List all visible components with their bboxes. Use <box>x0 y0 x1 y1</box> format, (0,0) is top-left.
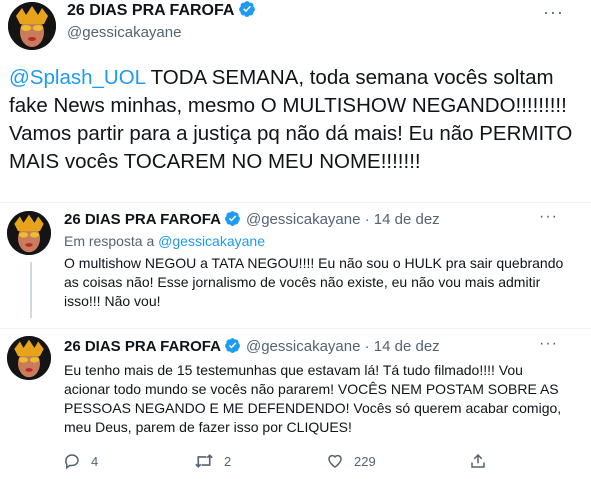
reply-text: Eu tenho mais de 15 testemunhas que esta… <box>64 362 562 435</box>
reply-button[interactable]: 4 <box>63 452 98 470</box>
more-options-icon[interactable]: ··· <box>539 335 558 353</box>
author-name[interactable]: 26 DIAS PRA FAROFA <box>67 0 256 20</box>
reply-text: O multishow NEGOU a TATA NEGOU!!!! Eu nã… <box>64 255 564 309</box>
verified-badge-icon <box>238 0 256 18</box>
author-name-text[interactable]: 26 DIAS PRA FAROFA <box>67 2 234 19</box>
divider <box>0 328 591 329</box>
mention-link[interactable]: @gessicakayane <box>158 233 265 249</box>
reply-header[interactable]: 26 DIAS PRA FAROFA @gessicakayane · 14 de… <box>64 211 440 228</box>
retweet-button[interactable]: 2 <box>194 452 231 470</box>
author-avatar[interactable] <box>8 2 56 50</box>
reply-count: 4 <box>91 453 99 469</box>
reply-meta[interactable]: @gessicakayane · 14 de dez <box>246 338 440 355</box>
tweet-text: @Splash_UOL TODA SEMANA, toda semana voc… <box>9 64 584 176</box>
share-icon <box>469 452 487 470</box>
reply-avatar[interactable] <box>7 336 51 380</box>
mention-link[interactable]: @Splash_UOL <box>9 66 145 89</box>
more-options-icon[interactable]: ··· <box>539 208 558 226</box>
retweet-icon <box>194 452 214 470</box>
reply-avatar[interactable] <box>7 211 51 255</box>
reply-icon <box>63 452 81 470</box>
reply-author-name[interactable]: 26 DIAS PRA FAROFA <box>64 211 221 228</box>
more-options-icon[interactable]: ··· <box>543 2 564 23</box>
replying-to: Em resposta a @gessicakayane <box>64 233 265 249</box>
like-count: 229 <box>354 453 376 469</box>
retweet-count: 2 <box>224 453 232 469</box>
thread-line <box>30 262 32 318</box>
author-handle[interactable]: @gessicakayane <box>67 24 181 41</box>
replying-to-label: Em resposta a <box>64 233 159 249</box>
like-icon <box>326 452 344 470</box>
verified-badge-icon <box>224 210 241 227</box>
reply-author-name[interactable]: 26 DIAS PRA FAROFA <box>64 338 221 355</box>
like-button[interactable]: 229 <box>326 452 376 470</box>
reply-header[interactable]: 26 DIAS PRA FAROFA @gessicakayane · 14 de… <box>64 338 440 355</box>
share-button[interactable] <box>469 452 487 470</box>
reply-meta[interactable]: @gessicakayane · 14 de dez <box>246 211 440 228</box>
divider <box>0 202 591 203</box>
verified-badge-icon <box>224 337 241 354</box>
